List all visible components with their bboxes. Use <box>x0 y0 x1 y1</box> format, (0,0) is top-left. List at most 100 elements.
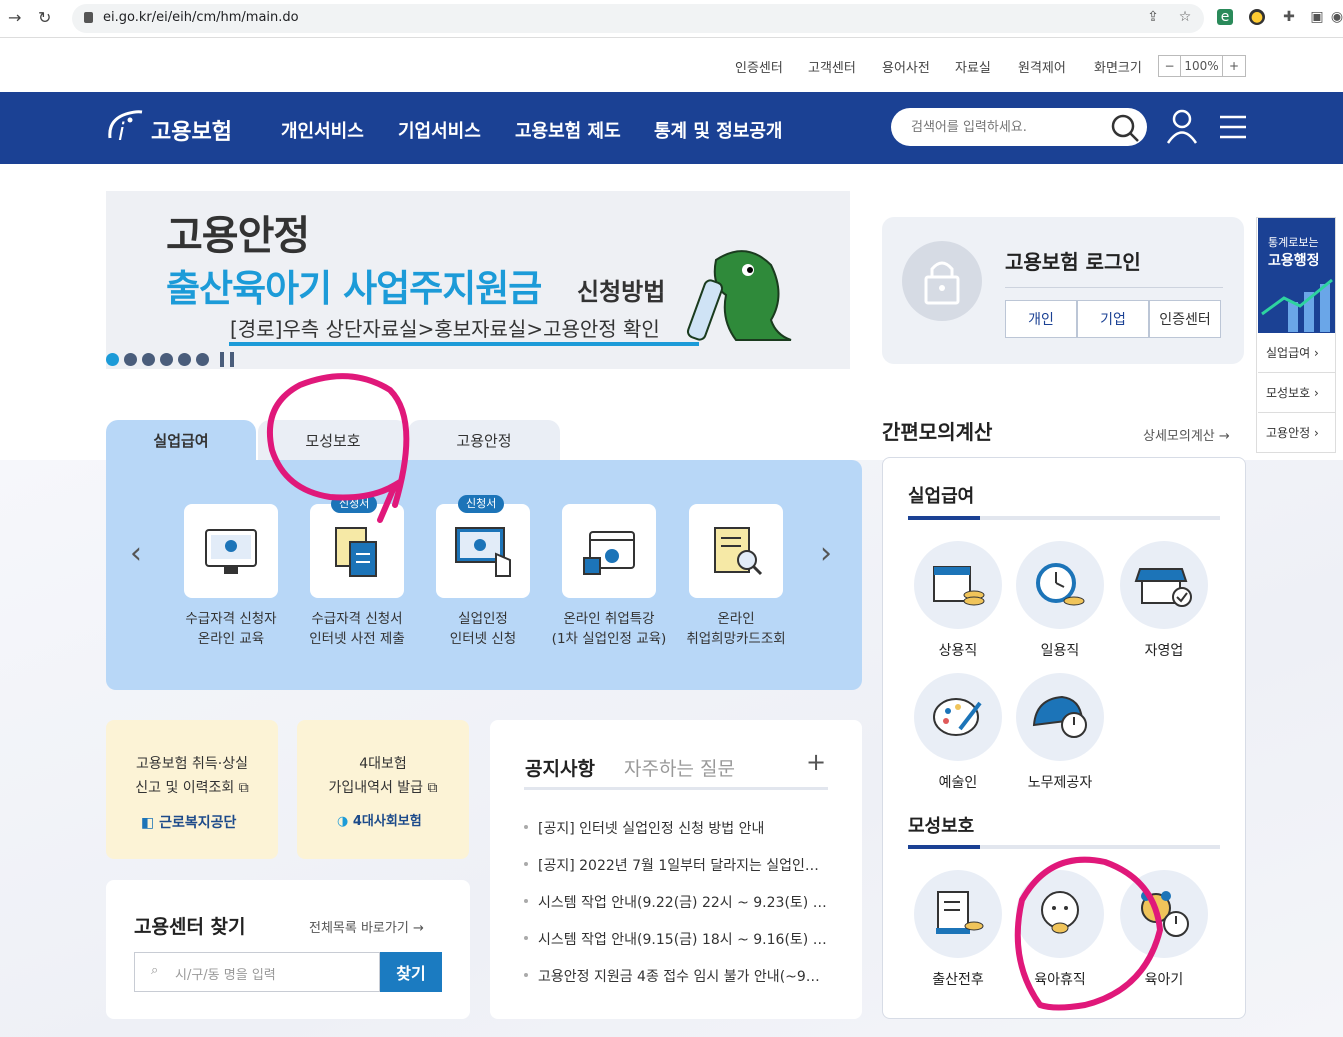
tab-stability[interactable]: 고용안정 <box>408 420 560 460</box>
profile-icon[interactable]: ◉ <box>1329 9 1343 25</box>
search-icon[interactable] <box>1110 113 1140 143</box>
calc-label: 노무제공자 <box>1027 775 1093 791</box>
util-link-customer[interactable]: 고객센터 <box>808 57 856 76</box>
login-title: 고용보험 로그인 <box>1005 250 1141 274</box>
zoom-control: − 100% + <box>1158 55 1246 77</box>
gnb-business[interactable]: 기업서비스 <box>398 117 481 143</box>
notice-item[interactable]: [공지] 2022년 7월 1일부터 달라지는 실업인… <box>538 855 819 875</box>
banner-dot[interactable] <box>196 353 209 366</box>
util-link-archive[interactable]: 자료실 <box>955 57 991 76</box>
tab-notice[interactable]: 공지사항 <box>525 754 595 781</box>
back-arrow-icon[interactable]: → <box>8 8 21 27</box>
service-presubmit[interactable] <box>310 504 404 598</box>
calc-parental-leave-button[interactable] <box>1016 870 1104 958</box>
quick-stats-banner[interactable]: 통계로보는 고용행정 <box>1258 218 1335 333</box>
extension-icon[interactable]: ● <box>1249 9 1265 25</box>
notice-more-button[interactable]: + <box>806 748 826 776</box>
service-label: 실업인정 인터넷 신청 <box>449 611 517 647</box>
arrow-right-icon: → <box>412 921 424 936</box>
zoom-in-button[interactable]: + <box>1223 56 1245 76</box>
dinosaur-mascot-icon <box>676 240 796 350</box>
banner-dot[interactable] <box>178 353 191 366</box>
calc-selfemployed-button[interactable] <box>1120 541 1208 629</box>
banner-path: [경로]우측 상단자료실>홍보자료실>고용안정 확인 <box>230 317 660 341</box>
badge-application: 신청서 <box>331 495 378 513</box>
tab-maternity[interactable]: 모성보호 <box>258 420 408 460</box>
bullet <box>524 825 528 829</box>
notice-item[interactable]: [공지] 인터넷 실업인정 신청 방법 안내 <box>538 818 764 838</box>
logo-text[interactable]: 고용보험 <box>151 114 232 146</box>
org-logo-4insurance: ◑ 4대사회보험 <box>337 814 422 829</box>
tab-unemployment[interactable]: 실업급여 <box>106 420 256 460</box>
login-divider <box>1005 287 1223 288</box>
calc-title: 간편모의계산 <box>882 420 993 444</box>
reload-icon[interactable]: ↻ <box>38 8 51 27</box>
bullet <box>524 862 528 866</box>
gnb-personal[interactable]: 개인서비스 <box>281 117 364 143</box>
external-link-icon: ⧉ <box>427 780 438 796</box>
quick-item-stability[interactable]: 고용안정 › <box>1266 424 1319 441</box>
bullet <box>524 899 528 903</box>
banner-headline: 출산육아기 사업주지원금 <box>166 267 542 310</box>
prev-arrow-icon[interactable]: ‹ <box>130 536 142 571</box>
menu-hamburger-icon[interactable] <box>1220 115 1248 139</box>
util-link-remote[interactable]: 원격제어 <box>1018 57 1066 76</box>
calc-daily-button[interactable] <box>1016 541 1104 629</box>
zoom-out-button[interactable]: − <box>1159 56 1181 76</box>
login-cert-button[interactable]: 인증센터 <box>1149 300 1221 338</box>
util-link-cert[interactable]: 인증센터 <box>735 57 783 76</box>
next-arrow-icon[interactable]: › <box>820 536 832 571</box>
quick-item-maternity[interactable]: 모성보호 › <box>1266 384 1319 401</box>
banner-dot[interactable] <box>160 353 173 366</box>
banner-underline <box>229 342 699 346</box>
url-text[interactable]: ei.go.kr/ei/eih/cm/hm/main.do <box>103 10 299 25</box>
puzzle-extensions-icon[interactable]: ✚ <box>1281 9 1297 25</box>
tab-faq[interactable]: 자주하는 질문 <box>624 754 735 781</box>
calc-artist-button[interactable] <box>914 673 1002 761</box>
bullet <box>524 936 528 940</box>
calc-regular-button[interactable] <box>914 541 1002 629</box>
banner-dot[interactable] <box>124 353 137 366</box>
banner-pause-icon[interactable] <box>230 352 234 367</box>
extension-icon[interactable]: e <box>1217 9 1233 25</box>
gnb-system[interactable]: 고용보험 제도 <box>515 117 621 143</box>
calc-label: 출산전후 <box>932 972 984 988</box>
notice-item[interactable]: 시스템 작업 안내(9.22(금) 22시 ~ 9.23(토) … <box>538 892 827 912</box>
share-icon[interactable]: ⇪ <box>1145 9 1161 25</box>
calc-labor-provider-button[interactable] <box>1016 673 1104 761</box>
calc-childcare-period-button[interactable] <box>1120 870 1208 958</box>
banner-dot[interactable] <box>106 353 119 366</box>
notice-item[interactable]: 고용안정 지원금 4종 접수 임시 불가 안내(~9… <box>538 966 820 986</box>
login-business-button[interactable]: 기업 <box>1077 300 1149 338</box>
bookmark-star-icon[interactable]: ☆ <box>1177 9 1193 25</box>
finder-input[interactable]: ⌕ 시/구/동 명을 입력 <box>134 952 380 992</box>
lock-icon <box>84 12 93 23</box>
service-unemployment-cert[interactable] <box>436 504 530 598</box>
notice-item[interactable]: 시스템 작업 안내(9.15(금) 18시 ~ 9.16(토) … <box>538 929 827 949</box>
calc-label: 자영업 <box>1144 643 1184 659</box>
service-online-lecture[interactable] <box>562 504 656 598</box>
logo-icon[interactable]: i <box>106 108 148 146</box>
finder-search-button[interactable]: 찾기 <box>380 952 442 992</box>
search-input[interactable] <box>891 108 1147 146</box>
quick-item-unemployment[interactable]: 실업급여 › <box>1266 344 1319 361</box>
notice-divider <box>524 787 828 790</box>
gnb-stats[interactable]: 통계 및 정보공개 <box>654 117 782 143</box>
service-online-edu[interactable] <box>184 504 278 598</box>
banner-dot[interactable] <box>142 353 155 366</box>
calc-maternity-leave-button[interactable] <box>914 870 1002 958</box>
card1-text: 고용보험 취득·상실 신고 및 이력조회 ⧉ <box>135 756 249 796</box>
sidepanel-icon[interactable]: ▣ <box>1309 9 1325 25</box>
divider <box>1258 412 1335 413</box>
card2-text: 4대보험 가입내역서 발급 ⧉ <box>328 756 438 796</box>
login-personal-button[interactable]: 개인 <box>1005 300 1077 338</box>
banner-pause-icon[interactable] <box>220 352 224 367</box>
service-label: 수급자격 신청서 인터넷 사전 제출 <box>309 611 405 647</box>
service-job-card[interactable] <box>689 504 783 598</box>
calc-detail-link[interactable]: 상세모의계산 → <box>1143 425 1230 444</box>
finder-title: 고용센터 찾기 <box>134 916 246 938</box>
calc-label: 일용직 <box>1040 643 1080 659</box>
user-icon[interactable] <box>1165 108 1199 144</box>
finder-all-link[interactable]: 전체목록 바로가기 → <box>309 917 424 936</box>
util-link-glossary[interactable]: 용어사전 <box>882 57 930 76</box>
